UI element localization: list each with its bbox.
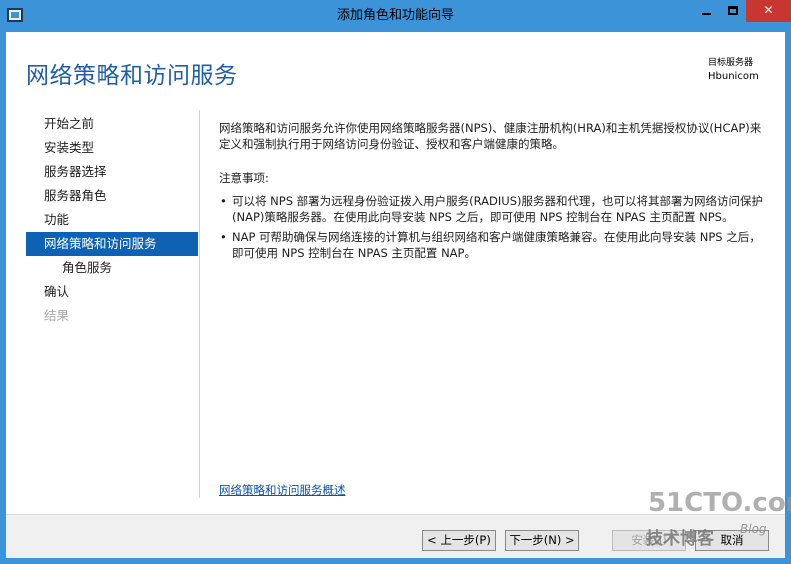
nav-item-server-selection[interactable]: 服务器选择 — [26, 160, 198, 184]
content-pane: 网络策略和访问服务允许你使用网络策略服务器(NPS)、健康注册机构(HRA)和主… — [219, 120, 769, 265]
window-title: 添加角色和功能向导 — [336, 8, 454, 23]
maximize-icon — [727, 6, 738, 15]
bullet-icon: • — [220, 230, 227, 244]
maximize-button[interactable] — [719, 0, 746, 22]
wizard-footer: < 上一步(P) 下一步(N) > 安装(I) 取消 — [6, 514, 785, 558]
list-item: • 可以将 NPS 部署为远程身份验证拨入用户服务(RADIUS)服务器和代理，也… — [219, 193, 769, 225]
nav-divider — [199, 110, 200, 498]
overview-link[interactable]: 网络策略和访问服务概述 — [219, 482, 346, 498]
nav-item-installation-type[interactable]: 安装类型 — [26, 136, 198, 160]
target-server-name: Hbunicom — [708, 71, 759, 82]
nav-item-role-services[interactable]: 角色服务 — [26, 256, 198, 280]
wizard-body: 网络策略和访问服务 目标服务器 Hbunicom 开始之前 安装类型 服务器选择… — [6, 32, 785, 558]
nav-item-before-you-begin[interactable]: 开始之前 — [26, 112, 198, 136]
nav-item-server-roles[interactable]: 服务器角色 — [26, 184, 198, 208]
page-title: 网络策略和访问服务 — [26, 63, 238, 89]
minimize-button[interactable] — [693, 0, 719, 22]
minimize-icon — [701, 12, 711, 15]
notes-list: • 可以将 NPS 部署为远程身份验证拨入用户服务(RADIUS)服务器和代理，也… — [219, 193, 769, 261]
notes-heading: 注意事项: — [219, 171, 269, 185]
close-icon: ✕ — [763, 3, 774, 17]
nav-item-results: 结果 — [44, 308, 70, 323]
bullet-text: 可以将 NPS 部署为远程身份验证拨入用户服务(RADIUS)服务器和代理，也可… — [232, 194, 763, 224]
nav-item-npas[interactable]: 网络策略和访问服务 — [26, 232, 198, 256]
bullet-icon: • — [220, 194, 227, 208]
close-button[interactable]: ✕ — [746, 0, 791, 22]
title-bar: 添加角色和功能向导 ✕ — [0, 0, 791, 32]
role-description: 网络策略和访问服务允许你使用网络策略服务器(NPS)、健康注册机构(HRA)和主… — [219, 121, 762, 151]
nav-item-features[interactable]: 功能 — [26, 208, 198, 232]
list-item: • NAP 可帮助确保与网络连接的计算机与组织网络和客户端健康策略兼容。在使用此向… — [219, 229, 769, 261]
bullet-text: NAP 可帮助确保与网络连接的计算机与组织网络和客户端健康策略兼容。在使用此向导… — [232, 230, 761, 260]
next-button[interactable]: 下一步(N) > — [505, 530, 579, 551]
nav-item-confirmation[interactable]: 确认 — [26, 280, 198, 304]
target-server-label: 目标服务器 — [708, 58, 754, 68]
previous-button[interactable]: < 上一步(P) — [422, 530, 496, 551]
wizard-nav: 开始之前 安装类型 服务器选择 服务器角色 功能 网络策略和访问服务 角色服务 … — [26, 112, 198, 328]
target-server: 目标服务器 Hbunicom — [708, 57, 759, 83]
cancel-button[interactable]: 取消 — [695, 530, 769, 551]
install-button: 安装(I) — [612, 530, 686, 551]
